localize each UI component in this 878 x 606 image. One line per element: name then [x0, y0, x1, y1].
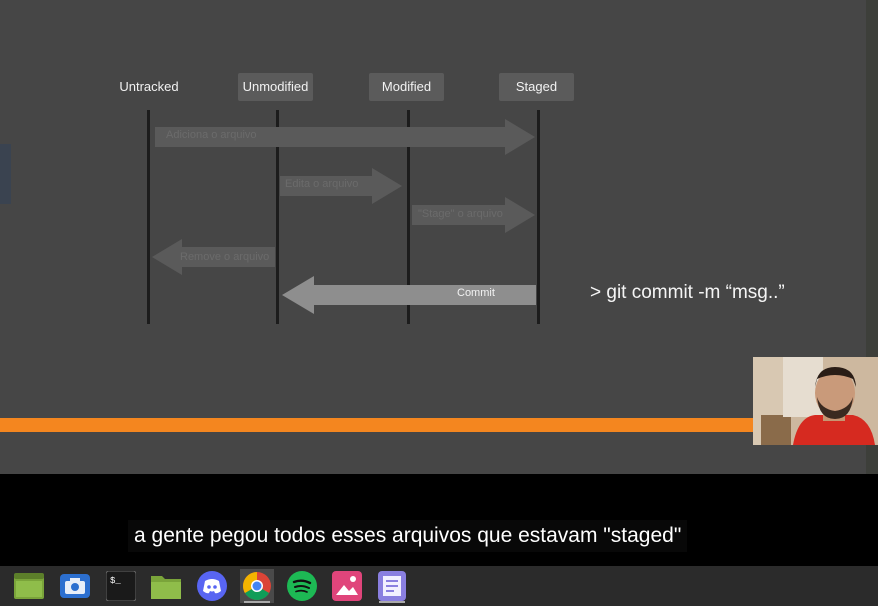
state-unmodified: Unmodified: [238, 73, 313, 101]
discord-icon[interactable]: [195, 569, 229, 603]
arrow-commit: [282, 276, 536, 314]
label-edit-file: Edita o arquivo: [285, 178, 359, 190]
git-commit-command: > git commit -m “msg..”: [590, 282, 785, 303]
label-stage-file: "Stage" o arquivo: [418, 208, 503, 220]
folder-icon[interactable]: [149, 569, 183, 603]
screenshot-icon[interactable]: [58, 569, 92, 603]
file-manager-icon[interactable]: [12, 569, 46, 603]
label-add-file: Adiciona o arquivo: [166, 129, 257, 141]
lifeline-untracked: [147, 110, 150, 324]
state-modified: Modified: [369, 73, 444, 101]
chrome-icon[interactable]: [240, 569, 274, 603]
taskbar: $_: [0, 566, 878, 606]
left-edge-marker: [0, 144, 11, 204]
subtitle-caption: a gente pegou todos esses arquivos que e…: [128, 520, 688, 552]
text-editor-icon[interactable]: [375, 569, 409, 603]
label-commit: Commit: [457, 287, 495, 299]
accent-bar: [0, 418, 760, 432]
presenter-video: [753, 357, 878, 445]
terminal-glyph: $_: [110, 576, 121, 586]
lifeline-staged: [537, 110, 540, 324]
spotify-icon[interactable]: [285, 569, 319, 603]
state-untracked: Untracked: [119, 79, 179, 94]
state-staged: Staged: [499, 73, 574, 101]
label-remove-file: Remove o arquivo: [180, 251, 270, 263]
webcam-overlay: [753, 357, 878, 445]
image-viewer-icon[interactable]: [330, 569, 364, 603]
terminal-icon[interactable]: $_: [104, 569, 138, 603]
presentation-slide: Untracked Unmodified Modified Staged Adi…: [0, 0, 878, 474]
